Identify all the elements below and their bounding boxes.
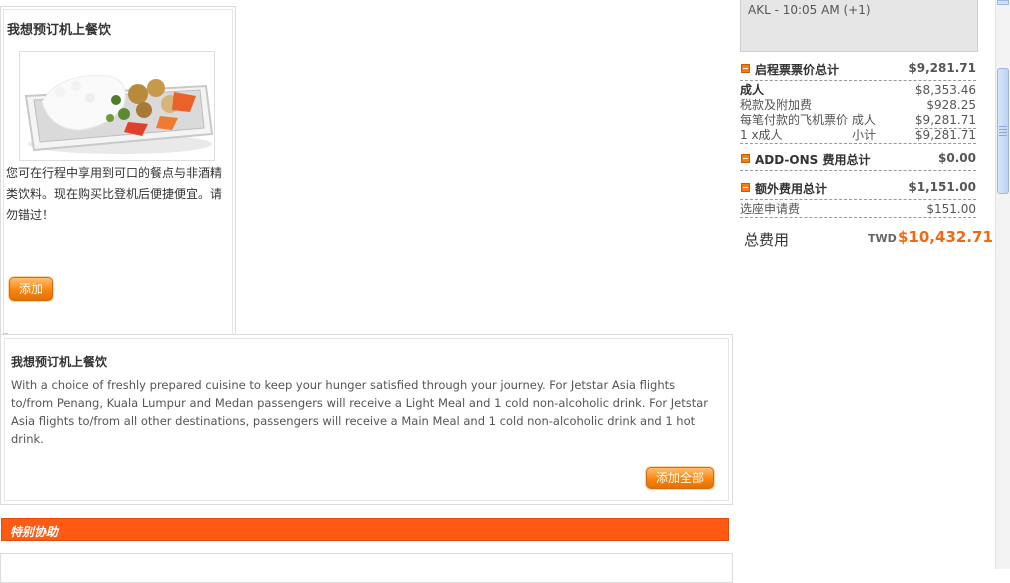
addons-total-row: ADD-ONS 费用总计 $0.00 — [740, 150, 976, 171]
meal-tray-image — [19, 51, 215, 161]
outbound-fare-total-value: $9,281.71 — [908, 61, 976, 75]
seat-fee-row: 选座申请费 $151.00 — [740, 202, 976, 218]
add-meal-button[interactable]: 添加 — [9, 277, 53, 301]
toggle-square-icon[interactable] — [741, 154, 750, 163]
toggle-square-icon[interactable] — [741, 64, 750, 73]
adult-fare-value: $8,353.46 — [914, 83, 976, 97]
outbound-fare-total-row: 启程票票价总计 $9,281.71 — [740, 60, 976, 81]
grand-total-currency: TWD — [868, 232, 897, 245]
scrollbar-grip-line — [999, 129, 1007, 130]
special-assistance-panel — [0, 553, 733, 583]
adult-fare-label: 成人 — [740, 83, 765, 97]
meal-card: 我想预订机上餐饮 您可在行程中享用到可口的餐点与非酒精类饮料。现在购买比登机后便… — [0, 6, 236, 342]
taxes-row: 税款及附加费 $928.25 — [740, 98, 976, 113]
scrollbar-grip-line — [999, 132, 1007, 133]
meal-details-panel: 我想预订机上餐饮 With a choice of freshly prepar… — [0, 334, 733, 505]
outbound-fare-total-label: 启程票票价总计 — [755, 63, 840, 77]
extras-total-row: 额外费用总计 $1,151.00 — [740, 179, 976, 200]
meal-card-description: 您可在行程中享用到可口的餐点与非酒精类饮料。现在购买比登机后便捷便宜。请勿错过！ — [6, 166, 223, 222]
flight-arrival-text: AKL - 10:05 AM (+1) — [748, 3, 871, 17]
grand-total-value: $10,432.71 — [898, 228, 993, 246]
extras-total-value: $1,151.00 — [908, 180, 976, 194]
scrollbar-top-cap[interactable] — [997, 0, 1009, 5]
grand-total-label: 总费用 — [744, 231, 790, 249]
scrollbar-grip-line — [999, 135, 1007, 136]
subtotal-count-label: 1 x成人 — [740, 128, 783, 142]
extras-total-label: 额外费用总计 — [755, 182, 828, 196]
seat-fee-value: $151.00 — [926, 202, 976, 216]
addons-total-value: $0.00 — [938, 151, 976, 165]
subtotal-value: $9,281.71 — [914, 128, 976, 142]
meal-details-title: 我想预订机上餐饮 — [11, 355, 108, 369]
meal-card-title: 我想预订机上餐饮 — [7, 23, 112, 38]
taxes-label: 税款及附加费 — [740, 98, 813, 112]
scrollbar-thumb[interactable] — [997, 68, 1009, 194]
subtotal-label: 小计 — [852, 128, 877, 142]
add-all-button[interactable]: 添加全部 — [646, 467, 714, 489]
per-payment-fare-row: 每笔付款的飞机票价 成人 $9,281.71 — [740, 113, 976, 129]
taxes-value: $928.25 — [926, 98, 976, 112]
special-assistance-header[interactable]: 特别协助 — [1, 518, 729, 541]
subtotal-row: 1 x成人 小计 $9,281.71 — [740, 128, 976, 144]
addons-total-label: ADD-ONS 费用总计 — [755, 153, 871, 167]
per-payment-fare-label: 每笔付款的飞机票价 成人 — [740, 113, 876, 127]
meal-details-body: With a choice of freshly prepared cuisin… — [11, 378, 709, 446]
adult-fare-row: 成人 $8,353.46 — [740, 83, 976, 98]
flight-info-box: AKL - 10:05 AM (+1) — [740, 0, 978, 52]
seat-fee-label: 选座申请费 — [740, 202, 801, 216]
special-assistance-label: 特别协助 — [10, 525, 59, 539]
scrollbar-grip-line — [999, 126, 1007, 127]
per-payment-fare-value: $9,281.71 — [914, 113, 976, 129]
toggle-square-icon[interactable] — [741, 183, 750, 192]
